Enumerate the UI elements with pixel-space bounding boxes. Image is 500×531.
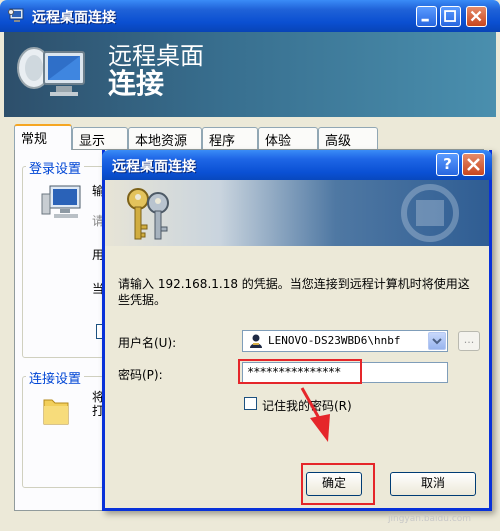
folder-icon xyxy=(43,399,69,425)
tab-advanced[interactable]: 高级 xyxy=(318,127,378,149)
password-label: 密码(P): xyxy=(118,368,163,382)
dialog-banner-watermark-logo xyxy=(401,184,459,242)
site-watermark: jingyan.baidu.com xyxy=(388,514,472,524)
banner-title-line1: 远程桌面 xyxy=(108,42,204,70)
tab-label: 高级 xyxy=(325,134,352,149)
tab-experience[interactable]: 体验 xyxy=(258,127,318,149)
cancel-button[interactable]: 取消 xyxy=(390,472,476,496)
maximize-button[interactable] xyxy=(440,6,461,27)
tab-general[interactable]: 常规 xyxy=(14,124,72,150)
maximize-icon xyxy=(444,10,456,22)
tab-label: 显示 xyxy=(79,134,106,149)
minimize-button[interactable] xyxy=(416,6,437,27)
credential-message: 请输入 192.168.1.18 的凭据。当您连接到远程计算机时将使用这些凭据。 xyxy=(118,277,470,307)
connection-settings-title: 连接设置 xyxy=(26,368,85,387)
username-label: 用户名(U): xyxy=(118,336,177,350)
computer-icon xyxy=(41,185,81,218)
banner-title: 远程桌面 连接 xyxy=(108,42,204,98)
annotation-arrow-icon xyxy=(300,387,330,442)
remote-desktop-logo-icon xyxy=(17,47,85,96)
outer-window-title: 远程桌面连接 xyxy=(32,10,116,26)
browse-users-button[interactable]: ... xyxy=(458,331,480,351)
help-icon: ? xyxy=(443,155,452,173)
tab-label: 程序 xyxy=(209,134,236,149)
tab-display[interactable]: 显示 xyxy=(72,127,128,149)
remote-desktop-app-icon xyxy=(8,8,24,22)
dialog-close-button[interactable] xyxy=(462,153,485,176)
minimize-icon xyxy=(421,18,429,22)
username-value: LENOVO-DS23WBD6\hnbf xyxy=(268,334,401,347)
tab-local-resources[interactable]: 本地资源 xyxy=(128,127,202,149)
username-dropdown-button[interactable] xyxy=(428,332,446,350)
banner-title-line2: 连接 xyxy=(108,67,165,100)
tab-label: 本地资源 xyxy=(135,134,188,149)
tab-label: 常规 xyxy=(21,132,48,147)
keys-icon xyxy=(127,188,169,240)
login-settings-title: 登录设置 xyxy=(26,158,85,177)
password-highlight-box xyxy=(238,359,362,384)
close-icon xyxy=(470,10,482,22)
chevron-down-icon xyxy=(432,338,442,345)
close-icon xyxy=(467,158,480,171)
tab-label: 体验 xyxy=(265,134,292,149)
user-icon xyxy=(250,334,262,348)
outer-close-button[interactable] xyxy=(466,6,487,27)
help-button[interactable]: ? xyxy=(436,153,459,176)
tab-programs[interactable]: 程序 xyxy=(202,127,258,149)
dialog-title: 远程桌面连接 xyxy=(112,159,196,175)
ok-highlight-box xyxy=(301,463,375,505)
remember-password-checkbox[interactable] xyxy=(244,397,257,410)
